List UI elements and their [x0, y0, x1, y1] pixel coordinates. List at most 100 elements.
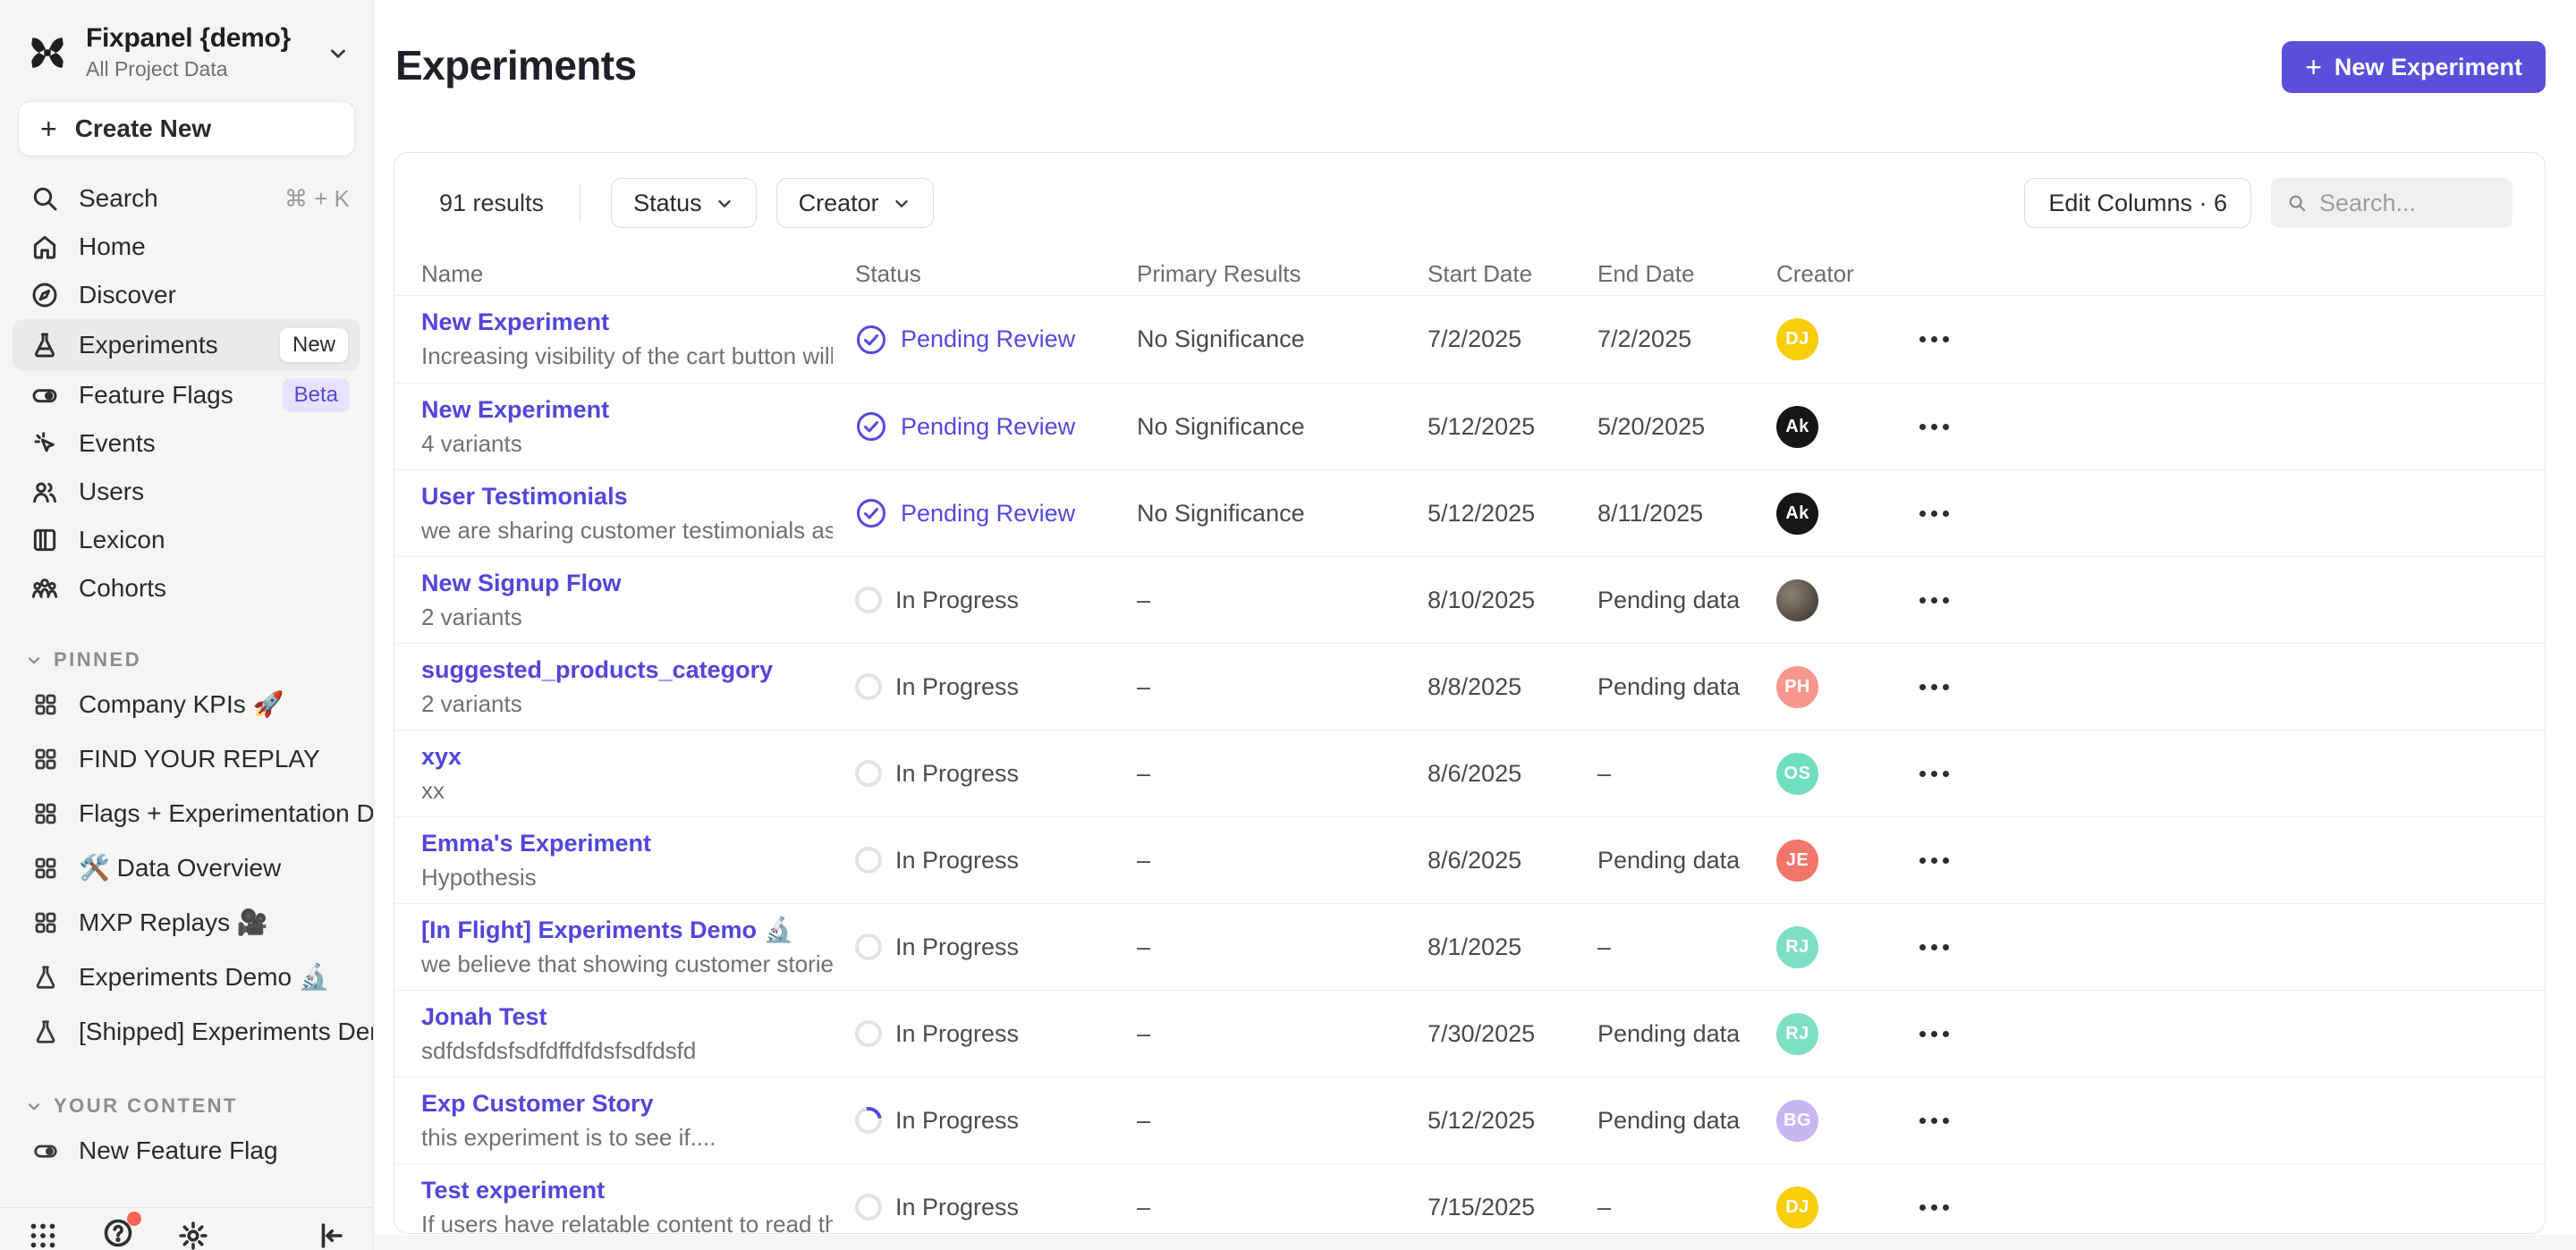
start-date-value: 8/1/2025 — [1428, 933, 1597, 961]
experiment-name-link[interactable]: New Experiment — [421, 396, 833, 424]
search-input[interactable] — [2319, 190, 2496, 217]
table-row[interactable]: Test experiment If users have relatable … — [394, 1163, 2545, 1234]
users-icon — [30, 477, 59, 506]
start-date-value: 8/10/2025 — [1428, 587, 1597, 614]
status-filter-button[interactable]: Status — [611, 178, 757, 228]
experiment-name-link[interactable]: Test experiment — [421, 1177, 833, 1204]
progress-circle-icon — [855, 1194, 882, 1220]
row-actions-button[interactable] — [1919, 1195, 2000, 1220]
row-actions-button[interactable] — [1919, 1022, 2000, 1046]
table-row[interactable]: New Experiment 4 variants Pending Review… — [394, 383, 2545, 469]
flask-icon — [32, 1018, 59, 1045]
sidebar-item-experiments[interactable]: Experiments New — [13, 319, 360, 371]
sidebar-item-events[interactable]: Events — [0, 419, 373, 468]
help-button[interactable] — [102, 1217, 134, 1250]
sidebar-item-discover[interactable]: Discover — [0, 271, 373, 319]
row-actions-button[interactable] — [1919, 849, 2000, 873]
experiment-subtitle: If users have relatable content to read … — [421, 1211, 833, 1235]
experiment-name-link[interactable]: [In Flight] Experiments Demo 🔬 — [421, 916, 833, 944]
pinned-item-data-overview[interactable]: 🛠️ Data Overview — [0, 840, 373, 895]
creator-avatar: OS — [1776, 753, 1818, 795]
row-actions-button[interactable] — [1919, 327, 2000, 351]
search-icon — [30, 184, 59, 213]
sidebar-item-cohorts[interactable]: Cohorts — [0, 564, 373, 612]
table-row[interactable]: Jonah Test sdfdsfdsfsdfdffdfdsfsdfdsfd I… — [394, 990, 2545, 1077]
row-actions-button[interactable] — [1919, 675, 2000, 699]
progress-circle-icon — [855, 760, 882, 787]
row-actions-button[interactable] — [1919, 588, 2000, 612]
column-header-status: Status — [855, 260, 1137, 288]
collapse-sidebar-icon[interactable] — [314, 1220, 346, 1250]
sidebar-item-feature-flags[interactable]: Feature Flags Beta — [0, 371, 373, 419]
pinned-item-experiments-demo[interactable]: Experiments Demo 🔬 — [0, 950, 373, 1004]
column-header-end-date: End Date — [1597, 260, 1776, 288]
your-content-section-header[interactable]: YOUR CONTENT — [0, 1094, 373, 1118]
edit-columns-button[interactable]: Edit Columns · 6 — [2024, 178, 2251, 228]
row-actions-button[interactable] — [1919, 415, 2000, 439]
experiment-subtitle: 2 variants — [421, 604, 833, 631]
board-icon — [32, 691, 59, 718]
project-name: Fixpanel {demo} — [86, 23, 309, 54]
pinned-item-flags-experimentation-demo[interactable]: Flags + Experimentation Demo — [0, 786, 373, 840]
experiment-name-link[interactable]: suggested_products_category — [421, 656, 833, 684]
page-title: Experiments — [395, 41, 637, 89]
row-actions-button[interactable] — [1919, 935, 2000, 959]
sidebar-item-home[interactable]: Home — [0, 223, 373, 271]
creator-avatar: Ak — [1776, 406, 1818, 448]
experiment-name-link[interactable]: xyx — [421, 743, 833, 771]
row-actions-button[interactable] — [1919, 1109, 2000, 1133]
status-label: Pending Review — [901, 413, 1075, 441]
end-date-value: – — [1597, 760, 1776, 788]
table-row[interactable]: New Signup Flow 2 variants In Progress –… — [394, 556, 2545, 643]
sidebar: Fixpanel {demo} All Project Data + Creat… — [0, 0, 374, 1250]
creator-avatar: RJ — [1776, 1013, 1818, 1055]
pinned-item-mxp-replays[interactable]: MXP Replays 🎥 — [0, 895, 373, 950]
creator-avatar: DJ — [1776, 1187, 1818, 1229]
your-content-item-new-feature-flag[interactable]: New Feature Flag — [0, 1123, 373, 1178]
flask-icon — [30, 331, 59, 359]
progress-circle-icon — [855, 587, 882, 613]
experiment-subtitle: we believe that showing customer stories… — [421, 950, 833, 978]
row-actions-button[interactable] — [1919, 502, 2000, 526]
project-selector[interactable]: Fixpanel {demo} All Project Data — [0, 0, 373, 89]
plus-icon: + — [2305, 51, 2322, 84]
sidebar-item-search[interactable]: Search ⌘ + K — [0, 174, 373, 223]
end-date-value: – — [1597, 933, 1776, 961]
table-row[interactable]: User Testimonials we are sharing custome… — [394, 469, 2545, 556]
chevron-down-icon — [25, 651, 43, 669]
experiment-name-link[interactable]: Exp Customer Story — [421, 1090, 833, 1118]
pinned-section-header[interactable]: PINNED — [0, 648, 373, 671]
table-row[interactable]: Emma's Experiment Hypothesis In Progress… — [394, 816, 2545, 903]
experiment-name-link[interactable]: New Experiment — [421, 308, 833, 336]
status-cell: In Progress — [855, 933, 1137, 961]
experiment-name-link[interactable]: Jonah Test — [421, 1003, 833, 1031]
sidebar-item-users[interactable]: Users — [0, 468, 373, 516]
search-shortcut: ⌘ + K — [284, 185, 350, 213]
new-experiment-button[interactable]: + New Experiment — [2282, 41, 2546, 93]
pinned-item-find-your-replay[interactable]: FIND YOUR REPLAY — [0, 731, 373, 786]
table-row[interactable]: New Experiment Increasing visibility of … — [394, 296, 2545, 383]
table-row[interactable]: [In Flight] Experiments Demo 🔬 we believ… — [394, 903, 2545, 990]
table-row[interactable]: Exp Customer Story this experiment is to… — [394, 1077, 2545, 1163]
experiments-card: 91 results Status Creator Edit Columns ·… — [394, 152, 2546, 1234]
creator-filter-button[interactable]: Creator — [776, 178, 934, 228]
start-date-value: 7/2/2025 — [1428, 325, 1597, 353]
gear-icon[interactable] — [177, 1220, 209, 1250]
sidebar-item-lexicon[interactable]: Lexicon — [0, 516, 373, 564]
status-cell: Pending Review — [855, 497, 1137, 529]
experiment-name-link[interactable]: Emma's Experiment — [421, 830, 833, 857]
start-date-value: 5/12/2025 — [1428, 500, 1597, 528]
toggle-icon — [30, 381, 59, 410]
experiment-name-link[interactable]: User Testimonials — [421, 483, 833, 511]
progress-circle-icon — [855, 673, 882, 700]
table-row[interactable]: suggested_products_category 2 variants I… — [394, 643, 2545, 730]
experiment-name-link[interactable]: New Signup Flow — [421, 570, 833, 597]
pinned-item-company-kpis[interactable]: Company KPIs 🚀 — [0, 677, 373, 731]
pinned-item-shipped-experiments-demo[interactable]: [Shipped] Experiments Demo 🖊️ — [0, 1004, 373, 1059]
sidebar-footer — [0, 1207, 373, 1250]
row-actions-button[interactable] — [1919, 762, 2000, 786]
create-new-button[interactable]: + Create New — [18, 101, 355, 156]
table-row[interactable]: xyx xx In Progress – 8/6/2025 – OS — [394, 730, 2545, 816]
start-date-value: 8/6/2025 — [1428, 760, 1597, 788]
apps-grid-icon[interactable] — [27, 1220, 59, 1250]
